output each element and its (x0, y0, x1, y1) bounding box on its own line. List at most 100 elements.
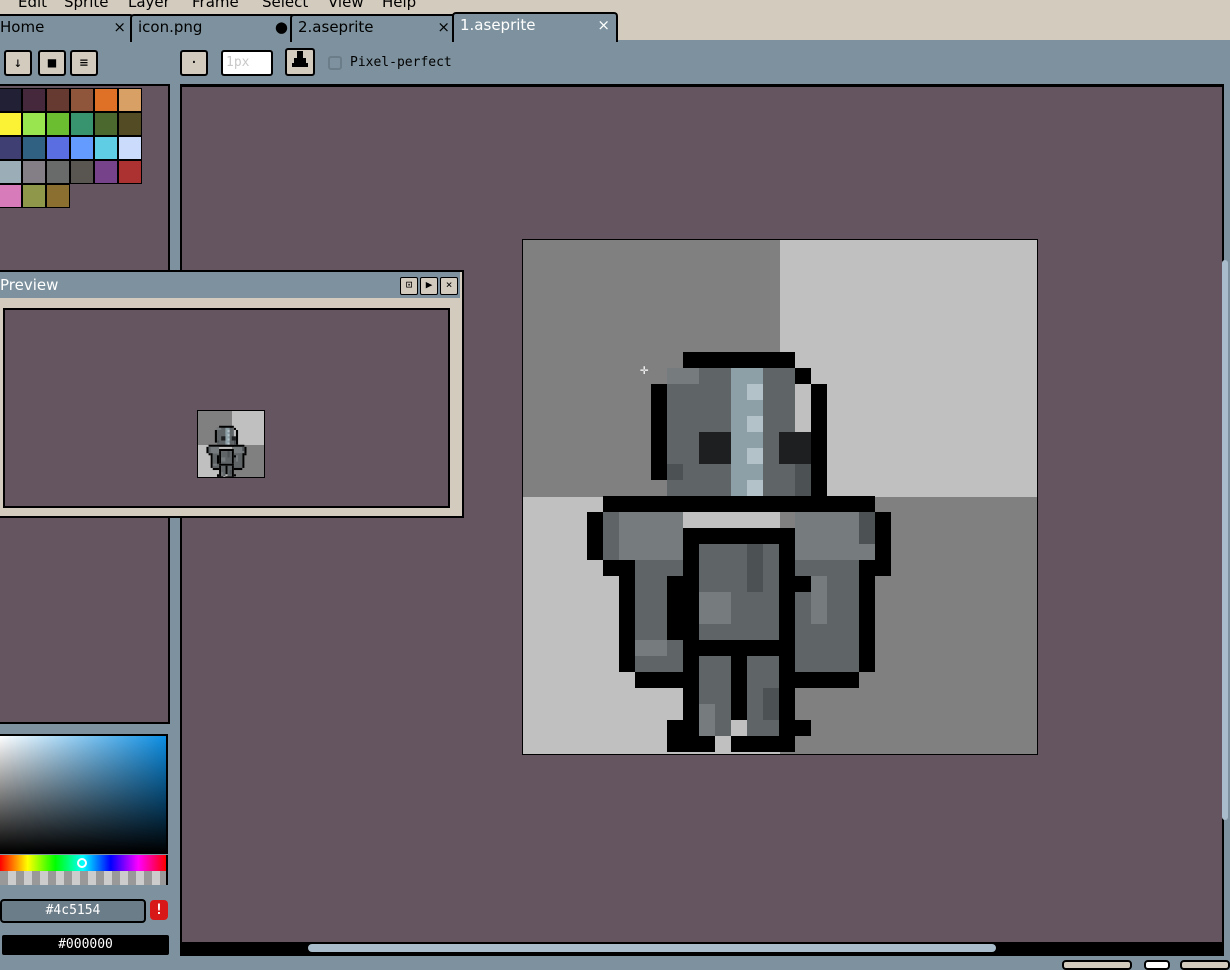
sprite-pixel (811, 576, 827, 624)
palette-swatch[interactable] (46, 136, 70, 160)
brush-type-button[interactable]: · (180, 50, 208, 76)
ink-type-button[interactable] (285, 48, 315, 76)
sprite-pixel (210, 453, 213, 468)
palette-swatch[interactable] (118, 136, 142, 160)
status-field[interactable] (1180, 960, 1230, 970)
close-icon[interactable]: × (597, 14, 610, 36)
sprite-pixel (231, 436, 236, 441)
palette-swatch[interactable] (46, 160, 70, 184)
sprite-pixel (795, 576, 811, 592)
background-color-button[interactable]: #000000 (0, 933, 171, 957)
sprite-pixel (206, 446, 209, 454)
palette-swatch[interactable] (118, 160, 142, 184)
palette-swatch[interactable] (22, 136, 46, 160)
tab-icon-png[interactable]: icon.png ● (130, 14, 296, 42)
palette-swatch[interactable] (46, 184, 70, 208)
sprite-pixel (225, 465, 228, 475)
menu-sprite[interactable]: Sprite (64, 0, 109, 11)
palette-swatch[interactable] (46, 88, 70, 112)
palette-swatch[interactable] (0, 112, 22, 136)
menu-select[interactable]: Select (262, 0, 308, 11)
sprite-pixel (208, 446, 211, 454)
status-field[interactable] (1062, 960, 1132, 970)
palette-swatch[interactable] (46, 112, 70, 136)
palette-swatch[interactable] (0, 88, 22, 112)
tab-2-aseprite[interactable]: 2.aseprite × (290, 14, 458, 42)
crosshair-cursor-icon: ✛ (640, 362, 649, 378)
hue-slider-handle[interactable] (77, 858, 87, 868)
vertical-scrollbar[interactable] (1222, 260, 1228, 820)
palette-sort-button[interactable]: ↓ (4, 50, 32, 76)
sprite-pixel (875, 512, 891, 560)
sprite-pixel (587, 512, 603, 560)
brush-size-input[interactable]: 1px (221, 50, 273, 76)
sprite-pixel (221, 436, 226, 441)
sprite-pixel (667, 464, 683, 480)
sprite-pixel (779, 544, 795, 640)
preview-title-bar[interactable]: Preview ⊡ ▶ × (0, 272, 460, 298)
close-icon[interactable]: × (113, 16, 126, 38)
palette-swatch[interactable] (94, 160, 118, 184)
palette-swatch[interactable] (22, 184, 46, 208)
palette-swatch[interactable] (22, 88, 46, 112)
palette-swatch[interactable] (22, 160, 46, 184)
palette-swatch[interactable] (22, 112, 46, 136)
menu-view[interactable]: View (328, 0, 364, 11)
sprite-pixel (244, 453, 247, 456)
palette-swatch[interactable] (70, 88, 94, 112)
foreground-color-button[interactable]: #4c5154 (0, 899, 146, 923)
sprite-pixel (731, 656, 747, 720)
menu-help[interactable]: Help (382, 0, 416, 11)
warning-icon[interactable]: ! (150, 900, 168, 920)
palette-presets-button[interactable]: ■ (38, 50, 66, 76)
palette-swatch[interactable] (94, 88, 118, 112)
palette-swatch[interactable] (118, 88, 142, 112)
sprite-pixel (699, 704, 715, 736)
alpha-slider[interactable] (0, 871, 168, 885)
palette-swatch[interactable] (70, 136, 94, 160)
tab-home[interactable]: Home × (0, 14, 134, 42)
sprite-pixel (683, 528, 795, 544)
palette-swatch[interactable] (0, 184, 22, 208)
palette-swatch[interactable] (94, 136, 118, 160)
sprite-pixel (683, 352, 795, 368)
sprite-pixel (216, 455, 220, 464)
sprite-canvas[interactable] (522, 239, 1038, 755)
sprite-pixel (859, 560, 875, 672)
sprite-pixel (227, 434, 230, 437)
sprite-pixel (214, 429, 217, 443)
preview-viewport[interactable] (3, 308, 450, 508)
palette-swatch[interactable] (118, 112, 142, 136)
preview-window[interactable]: Preview ⊡ ▶ × (0, 270, 464, 518)
menu-layer[interactable]: Layer (128, 0, 170, 11)
palette-swatch[interactable] (0, 160, 22, 184)
preview-play-button[interactable]: ▶ (420, 277, 438, 295)
palette-swatch[interactable] (0, 136, 22, 160)
modified-dot-icon[interactable]: ● (275, 16, 288, 38)
sprite-pixel (747, 448, 763, 464)
sprite-pixel (221, 457, 226, 462)
palette-swatch[interactable] (94, 112, 118, 136)
sprite-pixel (603, 496, 875, 512)
palette-swatch[interactable] (70, 160, 94, 184)
status-field[interactable] (1144, 960, 1170, 970)
preview-close-button[interactable]: × (440, 277, 458, 295)
preview-center-button[interactable]: ⊡ (400, 277, 418, 295)
sprite-pixel (875, 560, 891, 576)
horizontal-scrollbar[interactable] (308, 944, 996, 952)
sprite-pixel (811, 384, 827, 496)
pixel-perfect-checkbox[interactable] (328, 56, 342, 70)
sprite-pixel (747, 416, 763, 432)
sprite-pixel (731, 736, 795, 752)
sprite-pixel (619, 560, 635, 672)
menu-edit[interactable]: Edit (18, 0, 47, 11)
color-spectrum[interactable] (0, 734, 168, 854)
sprite-pixel (667, 736, 715, 752)
menu-frame[interactable]: Frame (192, 0, 239, 11)
tab-1-aseprite[interactable]: 1.aseprite × (452, 12, 618, 42)
palette-swatch[interactable] (70, 112, 94, 136)
palette-options-button[interactable]: ≡ (70, 50, 98, 76)
sprite-pixel (219, 425, 234, 428)
sprite-pixel (216, 427, 222, 430)
close-icon[interactable]: × (437, 16, 450, 38)
